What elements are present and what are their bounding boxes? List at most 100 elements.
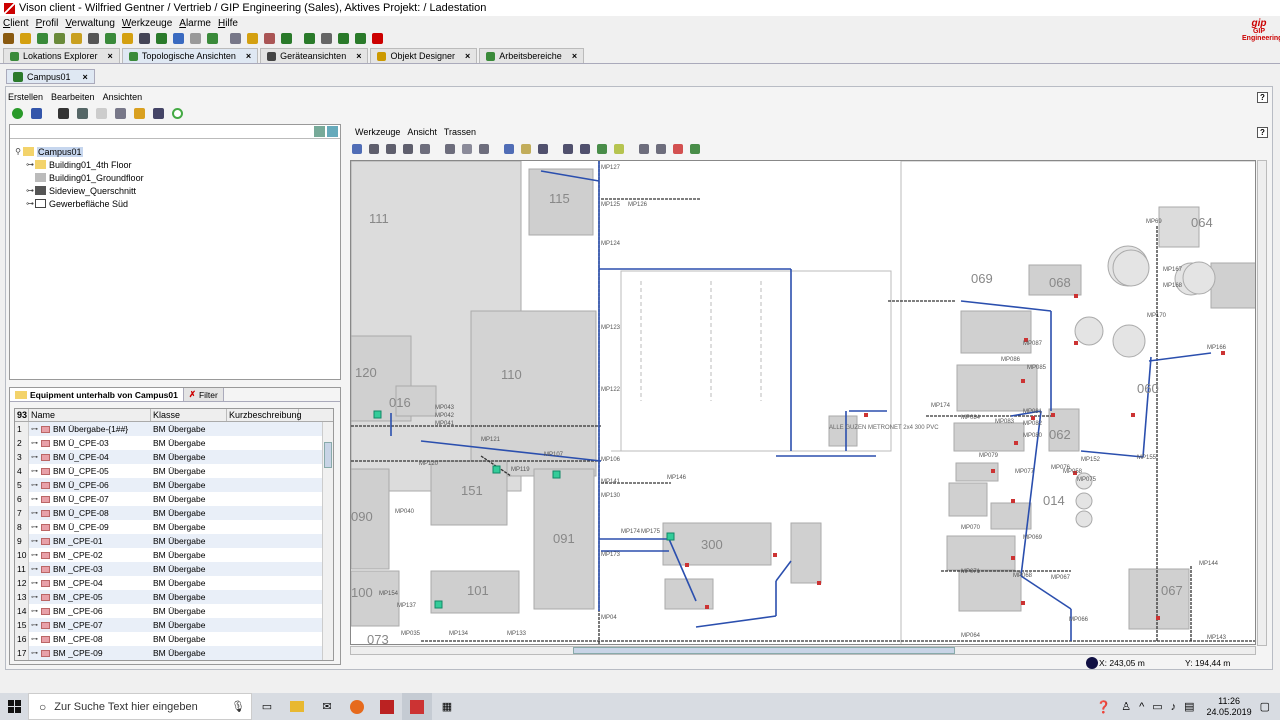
microphone-icon[interactable]: 🎙 [231, 700, 245, 713]
map-horizontal-scrollbar[interactable] [350, 646, 1256, 655]
mail-icon[interactable]: ✉ [312, 693, 342, 720]
map-tool-icon[interactable] [504, 143, 514, 154]
map-tool-icon[interactable] [462, 143, 472, 154]
menu-ansicht[interactable]: Ansicht [407, 127, 437, 137]
toolbar-button-icon[interactable] [37, 32, 48, 44]
close-icon[interactable]: × [572, 51, 577, 61]
help-button[interactable]: ? [1257, 92, 1268, 103]
toolbar-button-icon[interactable] [3, 32, 14, 44]
map-tool-icon[interactable] [614, 143, 624, 154]
tab-geraeteansichten[interactable]: Geräteansichten × [260, 48, 369, 63]
table-row[interactable]: 8 ⊶ BM Ü_CPE-09 BM Übergabe [15, 520, 333, 534]
toolbar-button-icon[interactable] [156, 32, 167, 44]
map-tool-icon[interactable] [597, 143, 607, 154]
toolbar-button-icon[interactable] [281, 32, 292, 44]
site-plan[interactable]: 111 115 120 110 016 151 090 091 300 100 101 073 069 0… [351, 161, 1256, 645]
tab-equipment[interactable]: Equipment unterhalb von Campus01 [10, 388, 184, 401]
map-tool-icon[interactable] [479, 143, 489, 154]
toolbar-button-icon[interactable] [190, 32, 201, 44]
toolbar-button-icon[interactable] [247, 32, 258, 44]
map-canvas[interactable]: 111 115 120 110 016 151 090 091 300 100 101 073 069 0… [350, 160, 1256, 645]
map-tool-icon[interactable] [403, 143, 413, 154]
tab-filter[interactable]: ✗ Filter [183, 388, 224, 401]
tree-search-input[interactable] [10, 125, 310, 138]
table-row[interactable]: 11 ⊶ BM _CPE-03 BM Übergabe [15, 562, 333, 576]
toolbar-button-icon[interactable] [54, 32, 65, 44]
menu-hilfe[interactable]: Hilfe [218, 18, 238, 29]
volume-icon[interactable]: ♪ [1171, 701, 1177, 713]
notifications-icon[interactable]: ▢ [1260, 700, 1270, 713]
close-icon[interactable]: × [83, 72, 88, 82]
table-row[interactable]: 13 ⊶ BM _CPE-05 BM Übergabe [15, 590, 333, 604]
firefox-icon[interactable] [342, 693, 372, 720]
toolbar-button-icon[interactable] [122, 32, 133, 44]
file-explorer-icon[interactable] [282, 693, 312, 720]
monitor-icon[interactable] [77, 108, 88, 119]
menu-alarme[interactable]: Alarme [179, 18, 211, 29]
close-icon[interactable]: × [108, 51, 113, 61]
circle-icon[interactable] [172, 108, 183, 119]
table-row[interactable]: 1 ⊶ BM Übergabe-{1##} BM Übergabe [15, 422, 333, 436]
table-row[interactable]: 17 ⊶ BM _CPE-09 BM Übergabe [15, 646, 333, 660]
menu-verwaltung[interactable]: Verwaltung [65, 18, 114, 29]
table-row[interactable]: 14 ⊶ BM _CPE-06 BM Übergabe [15, 604, 333, 618]
keyboard-icon[interactable]: ▤ [1184, 700, 1194, 713]
toolbar-button-icon[interactable] [338, 32, 349, 44]
column-header-kurzbeschreibung[interactable]: Kurzbeschreibung [227, 409, 302, 421]
task-view-icon[interactable]: ▭ [252, 693, 282, 720]
tree-node[interactable]: ⊶ Gewerbefläche Süd [13, 197, 144, 210]
tree-node[interactable]: ⊶ Sideview_Querschnitt [13, 184, 144, 197]
filter-icon[interactable] [314, 126, 325, 137]
map-tool-icon[interactable] [521, 143, 531, 154]
toolbar-button-icon[interactable] [264, 32, 275, 44]
map-tool-icon[interactable] [563, 143, 573, 154]
layer-icon[interactable] [58, 108, 69, 119]
toolbar-button-icon[interactable] [304, 32, 315, 44]
warning-icon[interactable] [134, 108, 145, 119]
map-vertical-scrollbar[interactable] [1257, 160, 1267, 646]
map-tool-icon[interactable] [352, 143, 362, 154]
toolbar-button-icon[interactable] [230, 32, 241, 44]
menu-profil[interactable]: Profil [36, 18, 59, 29]
vison-client-icon[interactable] [402, 693, 432, 720]
tree-node-root[interactable]: ⚲ Campus01 [13, 145, 144, 158]
settings-icon[interactable] [115, 108, 126, 119]
map-tool-icon[interactable] [656, 143, 666, 154]
table-row[interactable]: 9 ⊶ BM _CPE-01 BM Übergabe [15, 534, 333, 548]
refresh-icon[interactable] [12, 108, 23, 119]
map-tool-icon[interactable] [386, 143, 396, 154]
help-icon[interactable]: ❓ [1096, 700, 1111, 714]
table-row[interactable]: 7 ⊶ BM Ü_CPE-08 BM Übergabe [15, 506, 333, 520]
menu-bearbeiten[interactable]: Bearbeiten [51, 92, 95, 102]
close-icon[interactable]: × [246, 51, 251, 61]
table-row[interactable]: 3 ⊶ BM Ü_CPE-04 BM Übergabe [15, 450, 333, 464]
network-icon[interactable]: ▭ [1152, 700, 1162, 713]
taskbar-clock[interactable]: 11:26 24.05.2019 [1207, 696, 1252, 718]
column-header-klasse[interactable]: Klasse [151, 409, 227, 421]
close-icon[interactable]: × [465, 51, 470, 61]
table-row[interactable]: 15 ⊶ BM _CPE-07 BM Übergabe [15, 618, 333, 632]
map-tool-icon[interactable] [369, 143, 379, 154]
toolbar-button-icon[interactable] [71, 32, 82, 44]
table-row[interactable]: 4 ⊶ BM Ü_CPE-05 BM Übergabe [15, 464, 333, 478]
toolbar-button-icon[interactable] [88, 32, 99, 44]
menu-werkzeuge-map[interactable]: Werkzeuge [355, 127, 400, 137]
calendar-icon[interactable]: ▦ [432, 693, 462, 720]
table-row[interactable]: 16 ⊶ BM _CPE-08 BM Übergabe [15, 632, 333, 646]
people-icon[interactable]: ♙ [1121, 700, 1131, 713]
network-icon[interactable] [153, 108, 164, 119]
toolbar-button-icon[interactable] [372, 32, 383, 44]
windows-start-icon[interactable] [0, 693, 28, 720]
toolbar-button-icon[interactable] [20, 32, 31, 44]
table-scrollbar[interactable] [322, 422, 333, 660]
map-tool-icon[interactable] [690, 143, 700, 154]
table-row[interactable]: 12 ⊶ BM _CPE-04 BM Übergabe [15, 576, 333, 590]
toolbar-button-icon[interactable] [173, 32, 184, 44]
tab-lokations-explorer[interactable]: Lokations Explorer × [3, 48, 120, 63]
taskbar-search-input[interactable]: ○ Zur Suche Text hier eingeben 🎙 [28, 693, 252, 720]
vison-app-icon[interactable] [372, 693, 402, 720]
locate-icon[interactable] [327, 126, 338, 137]
map-tool-icon[interactable] [639, 143, 649, 154]
document-icon[interactable] [96, 108, 107, 119]
toolbar-button-icon[interactable] [139, 32, 150, 44]
